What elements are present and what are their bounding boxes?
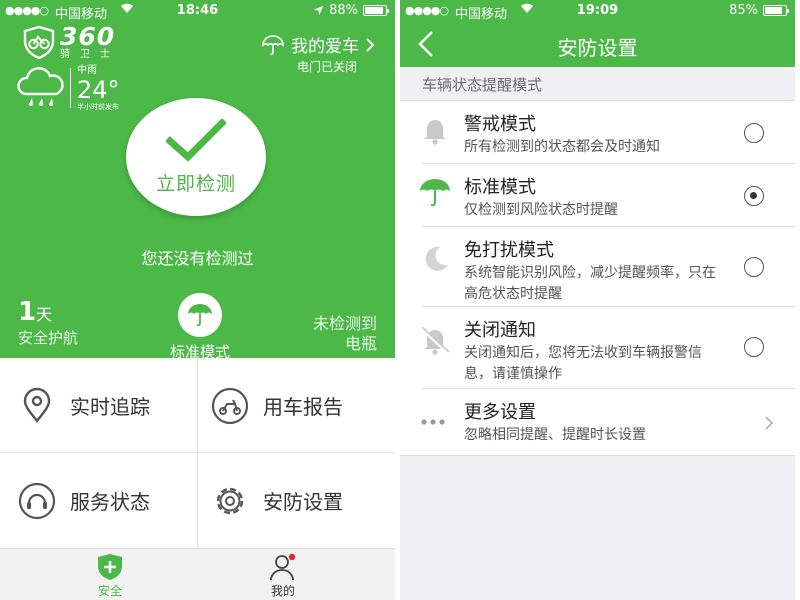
umbrella-icon bbox=[262, 34, 284, 55]
usage-report-button[interactable]: 用车报告 bbox=[197, 358, 394, 453]
mode-title: 更多设置 bbox=[464, 402, 536, 423]
mode-description: 系统智能识别风险，减少提醒频率，只在高危状态时提醒 bbox=[464, 265, 716, 302]
umbrella-icon bbox=[188, 304, 212, 327]
radio-button[interactable] bbox=[744, 257, 764, 277]
list-item-do-not-disturb-mode[interactable]: 免打扰模式 系统智能识别风险，减少提醒频率，只在高危状态时提醒 bbox=[400, 227, 795, 307]
battery-icon bbox=[363, 5, 389, 16]
mode-description: 关闭通知后，您将无法收到车辆报警信息，请谨慎操作 bbox=[464, 345, 702, 382]
headset-icon bbox=[18, 482, 56, 519]
battery-icon bbox=[763, 5, 789, 16]
bell-off-icon bbox=[420, 326, 450, 355]
more-dots-icon bbox=[421, 419, 445, 425]
check-now-button[interactable]: 立即检测 bbox=[126, 98, 266, 216]
chevron-right-icon bbox=[765, 416, 774, 430]
battery-stat: 未检测到 电瓶 bbox=[313, 314, 377, 354]
home-screen: ●●●●○ 中国移动 18:46 88% 360 骑卫士 我的爱车 电门已关闭 … bbox=[0, 0, 395, 600]
status-bar: ●●●●○ 中国移动 18:46 88% bbox=[0, 0, 395, 22]
chevron-right-icon bbox=[366, 37, 375, 52]
mode-circle bbox=[178, 293, 222, 337]
weather-temperature: 24° bbox=[77, 76, 120, 104]
tab-safe-label: 安全 bbox=[97, 584, 122, 598]
mode-title: 关闭通知 bbox=[464, 320, 536, 341]
weather-widget: 中雨 24° 半小时前发布 bbox=[14, 66, 120, 111]
realtime-tracking-label: 实时追踪 bbox=[70, 395, 150, 419]
current-mode[interactable]: 标准模式 bbox=[160, 293, 240, 362]
service-status-button[interactable]: 服务状态 bbox=[0, 453, 197, 548]
weather-published: 半小时前发布 bbox=[77, 103, 119, 111]
app-logo: 360 骑卫士 bbox=[22, 24, 120, 60]
list-item-alert-mode[interactable]: 警戒模式 所有检测到的状态都会及时通知 bbox=[400, 101, 795, 164]
radio-button[interactable] bbox=[744, 186, 764, 206]
safe-days-number: 1 bbox=[18, 297, 37, 327]
location-arrow-icon bbox=[314, 5, 324, 16]
section-header: 车辆状态提醒模式 bbox=[422, 76, 543, 94]
checkmark-icon bbox=[166, 118, 226, 162]
my-car-label: 我的爱车 bbox=[291, 37, 359, 57]
my-car-link[interactable]: 我的爱车 bbox=[261, 32, 375, 57]
feature-grid: 实时追踪 用车报告 服务状态 安防设置 bbox=[0, 358, 395, 548]
safe-days-caption: 安全护航 bbox=[18, 328, 79, 347]
screenshot-pair: ●●●●○ 中国移动 18:46 88% 360 骑卫士 我的爱车 电门已关闭 … bbox=[0, 0, 800, 600]
usage-report-label: 用车报告 bbox=[263, 395, 343, 419]
status-right: 88% bbox=[313, 3, 389, 18]
location-pin-icon bbox=[23, 387, 51, 423]
reminder-mode-list: 警戒模式 所有检测到的状态都会及时通知 标准模式 仅检测到风险状态时提醒 免打扰… bbox=[400, 100, 795, 456]
safe-days-stat: 1天 安全护航 bbox=[18, 296, 78, 347]
logo-subtitle: 骑卫士 bbox=[60, 49, 120, 60]
mode-title: 标准模式 bbox=[464, 177, 536, 198]
check-now-label: 立即检测 bbox=[155, 172, 236, 195]
security-settings-label: 安防设置 bbox=[263, 490, 343, 514]
scooter-icon bbox=[211, 387, 249, 424]
mode-description: 所有检测到的状态都会及时通知 bbox=[464, 139, 660, 155]
safe-days-unit: 天 bbox=[36, 305, 53, 324]
battery-stat-line1: 未检测到 bbox=[312, 314, 377, 333]
list-item-more-settings[interactable]: 更多设置 忽略相同提醒、提醒时长设置 bbox=[400, 389, 795, 455]
rain-cloud-icon bbox=[17, 67, 64, 106]
bell-icon bbox=[424, 120, 446, 145]
never-checked-text: 您还没有检测过 bbox=[141, 249, 254, 268]
security-settings-button[interactable]: 安防设置 bbox=[197, 453, 394, 548]
tab-mine[interactable]: 我的 bbox=[243, 553, 323, 599]
mode-title: 警戒模式 bbox=[464, 114, 536, 135]
user-icon bbox=[270, 553, 296, 581]
realtime-tracking-button[interactable]: 实时追踪 bbox=[0, 358, 197, 453]
umbrella-icon bbox=[420, 179, 450, 207]
weather-divider bbox=[70, 68, 71, 108]
battery-percent: 88% bbox=[329, 3, 358, 18]
list-item-standard-mode[interactable]: 标准模式 仅检测到风险状态时提醒 bbox=[400, 164, 795, 227]
tab-mine-label: 我的 bbox=[270, 584, 295, 598]
status-bar: ●●●●○ 中国移动 19:09 85% bbox=[400, 0, 795, 22]
moon-icon bbox=[425, 246, 448, 271]
notification-dot bbox=[288, 553, 296, 561]
radio-button[interactable] bbox=[744, 337, 764, 357]
nav-header: ●●●●○ 中国移动 19:09 85% 安防设置 bbox=[400, 0, 795, 67]
security-settings-screen: ●●●●○ 中国移动 19:09 85% 安防设置 车辆状态提醒模式 警戒模式 … bbox=[400, 0, 795, 600]
list-item-notifications-off[interactable]: 关闭通知 关闭通知后，您将无法收到车辆报警信息，请谨慎操作 bbox=[400, 307, 795, 389]
tab-safe[interactable]: 安全 bbox=[70, 553, 150, 599]
shield-logo-icon bbox=[23, 25, 55, 59]
service-status-label: 服务状态 bbox=[70, 490, 150, 514]
battery-stat-line2: 电瓶 bbox=[344, 334, 377, 353]
mode-title: 免打扰模式 bbox=[464, 240, 554, 261]
mode-description: 忽略相同提醒、提醒时长设置 bbox=[464, 427, 646, 443]
shield-plus-icon bbox=[98, 554, 122, 580]
logo-number: 360 bbox=[60, 22, 116, 51]
home-hero: ●●●●○ 中国移动 18:46 88% 360 骑卫士 我的爱车 电门已关闭 … bbox=[0, 0, 395, 361]
tab-bar: 安全 我的 bbox=[0, 548, 395, 600]
page-title: 安防设置 bbox=[557, 36, 638, 60]
status-right: 85% bbox=[729, 3, 789, 18]
mode-description: 仅检测到风险状态时提醒 bbox=[464, 202, 618, 218]
car-power-status: 电门已关闭 bbox=[296, 60, 357, 74]
gear-icon bbox=[216, 487, 244, 514]
battery-percent: 85% bbox=[729, 3, 758, 18]
weather-condition: 中雨 bbox=[77, 65, 97, 76]
radio-button[interactable] bbox=[744, 123, 764, 143]
